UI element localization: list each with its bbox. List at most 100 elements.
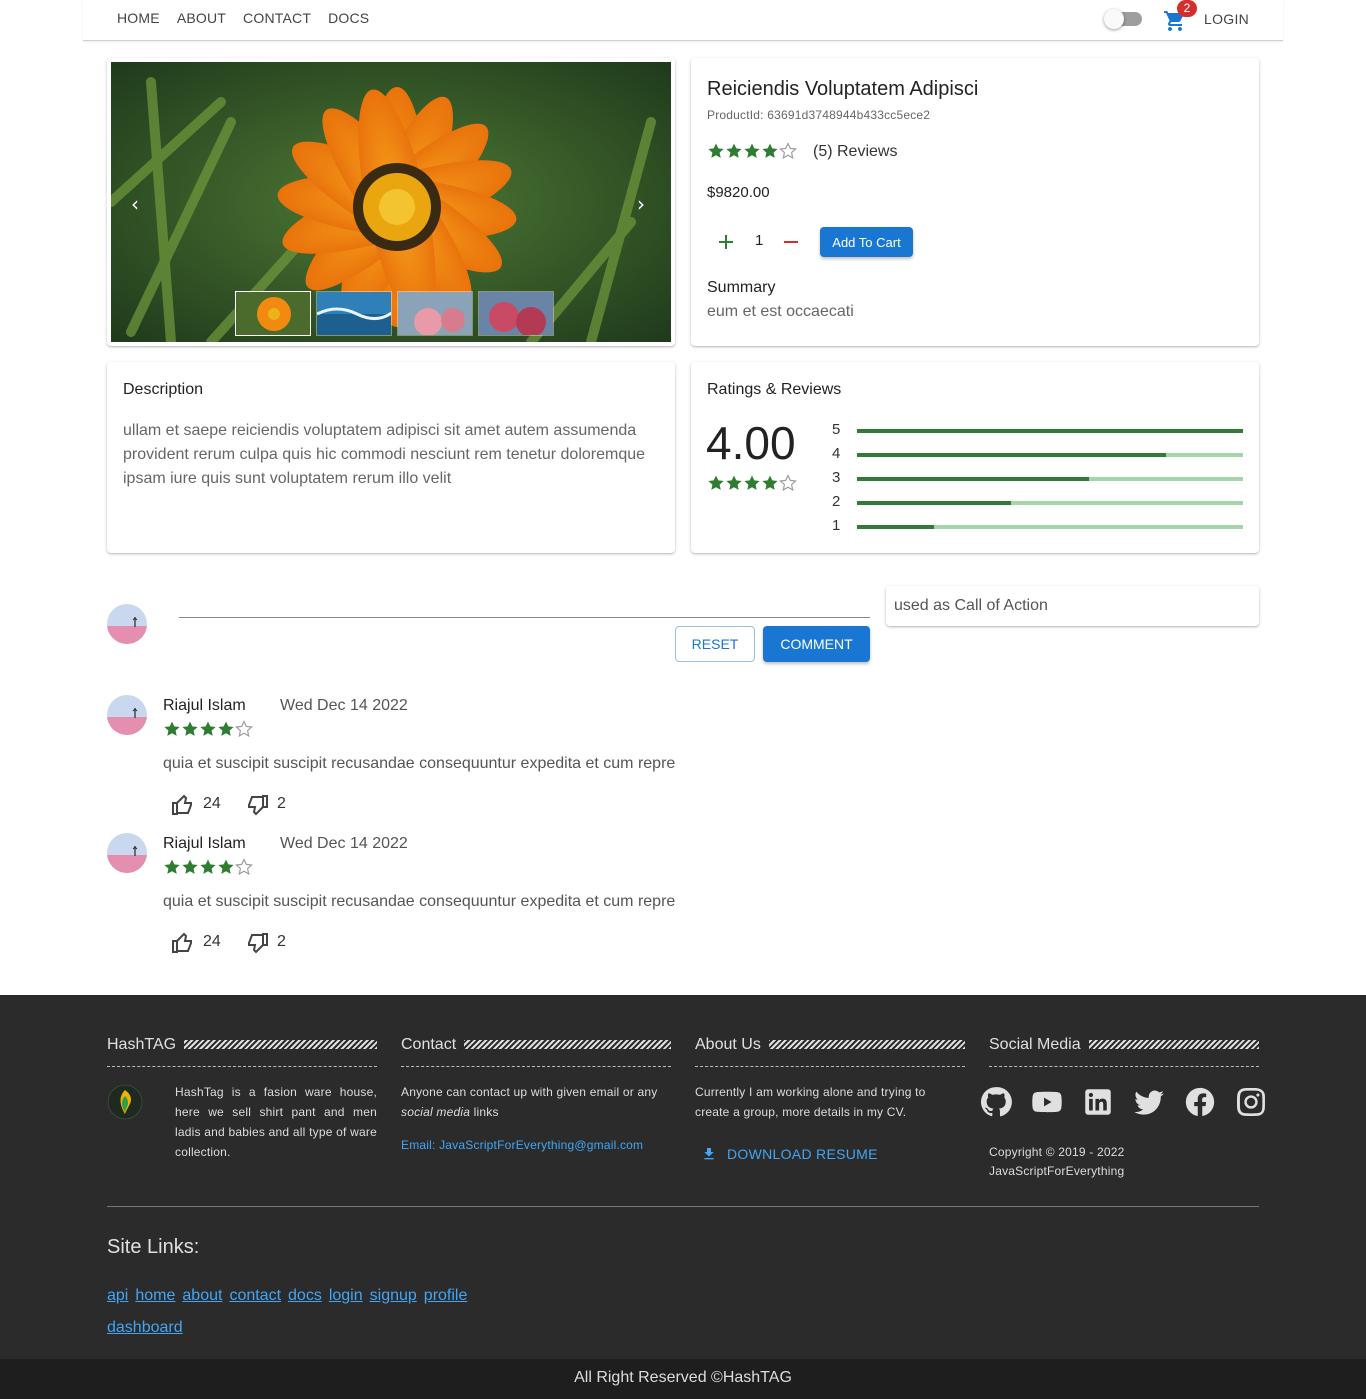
site-link-profile[interactable]: profile xyxy=(424,1280,468,1312)
site-link-about[interactable]: about xyxy=(182,1280,222,1312)
likes-count: 24 xyxy=(203,795,221,812)
site-link-docs[interactable]: docs xyxy=(288,1280,322,1312)
thumbnail-3[interactable] xyxy=(397,291,473,336)
nav-about-link[interactable]: ABOUT xyxy=(177,10,226,26)
download-resume-button[interactable]: DOWNLOAD RESUME xyxy=(701,1146,878,1162)
linkedin-icon[interactable] xyxy=(1081,1085,1115,1119)
site-link-api[interactable]: api xyxy=(107,1280,128,1312)
review-text: quia et suscipit suscipit recusandae con… xyxy=(163,893,676,910)
reset-button[interactable]: RESET xyxy=(675,626,755,662)
login-button[interactable]: LOGIN xyxy=(1204,11,1249,27)
thumb-down-icon[interactable] xyxy=(245,793,269,817)
product-main-image: ‹ › xyxy=(111,62,671,342)
product-id: ProductId: 63691d3748944b433cc5ece2 xyxy=(707,108,931,122)
star-filled-icon xyxy=(218,721,234,736)
star-filled-icon xyxy=(744,143,760,158)
rating-bar-fill xyxy=(857,429,1243,433)
minus-icon[interactable] xyxy=(782,233,800,251)
star-empty-icon xyxy=(235,858,253,876)
review-text: quia et suscipit suscipit recusandae con… xyxy=(163,755,676,772)
github-icon[interactable] xyxy=(979,1085,1013,1119)
plus-icon[interactable] xyxy=(717,233,735,251)
bottom-bar: All Right Reserved ©HashTAG xyxy=(0,1359,1366,1399)
star-filled-icon xyxy=(218,859,234,874)
star-filled-icon xyxy=(200,859,216,874)
nav-home-link[interactable]: HOME xyxy=(117,10,160,26)
nav-docs-link[interactable]: DOCS xyxy=(328,10,369,26)
site-links: api home about contact docs login signup… xyxy=(107,1280,507,1344)
review-item: Riajul Islam Wed Dec 14 2022 quia et sus… xyxy=(107,833,807,973)
youtube-icon[interactable] xyxy=(1030,1085,1064,1119)
thumb-down-icon[interactable] xyxy=(245,931,269,955)
rating-bar-label: 2 xyxy=(832,493,841,510)
theme-toggle[interactable] xyxy=(1104,9,1142,29)
product-rating-stars xyxy=(707,142,797,160)
rating-bar-track xyxy=(857,525,1243,529)
star-empty-icon xyxy=(235,720,253,738)
product-gallery: ‹ › xyxy=(107,58,675,346)
description-card: Description ullam et saepe reiciendis vo… xyxy=(107,362,675,553)
site-link-dashboard[interactable]: dashboard xyxy=(107,1312,183,1344)
comment-input[interactable] xyxy=(179,617,870,618)
star-filled-icon xyxy=(708,475,724,490)
thumb-up-icon[interactable] xyxy=(171,931,195,955)
site-link-signup[interactable]: signup xyxy=(370,1280,417,1312)
site-link-login[interactable]: login xyxy=(329,1280,363,1312)
star-filled-icon xyxy=(708,143,724,158)
average-rating-stars xyxy=(707,474,797,492)
rating-bar-track xyxy=(857,429,1243,433)
rating-bar-3: 3 xyxy=(832,469,1252,486)
star-filled-icon xyxy=(744,475,760,490)
dislikes-count: 2 xyxy=(277,795,286,812)
review-date: Wed Dec 14 2022 xyxy=(280,835,408,852)
review-stars xyxy=(163,858,253,876)
contact-text-start: Anyone can contact up with given email o… xyxy=(401,1085,658,1099)
divider xyxy=(107,1066,377,1067)
site-link-home[interactable]: home xyxy=(135,1280,175,1312)
site-links-title: Site Links: xyxy=(107,1236,200,1258)
rating-bar-fill xyxy=(857,501,1012,505)
hashtag-logo xyxy=(107,1084,143,1120)
reviewer-name: Riajul Islam xyxy=(163,697,246,714)
instagram-icon[interactable] xyxy=(1234,1085,1268,1119)
carousel-prev-icon[interactable]: ‹ xyxy=(131,192,139,216)
contact-email-link[interactable]: Email: JavaScriptForEverything@gmail.com xyxy=(401,1138,643,1152)
review-stars xyxy=(163,720,253,738)
review-date: Wed Dec 14 2022 xyxy=(280,697,408,714)
facebook-icon[interactable] xyxy=(1183,1085,1217,1119)
product-info-card: Reiciendis Voluptatem Adipisci ProductId… xyxy=(691,58,1259,346)
footer-about-text: Currently I am working alone and trying … xyxy=(695,1085,926,1119)
rating-bar-track xyxy=(857,453,1243,457)
thumbnail-2[interactable] xyxy=(316,291,392,336)
avatar xyxy=(107,695,147,735)
copyright-line-1: Copyright © 2019 - 2022 xyxy=(989,1145,1125,1159)
divider xyxy=(401,1066,671,1067)
add-to-cart-button[interactable]: Add To Cart xyxy=(820,227,913,257)
star-filled-icon xyxy=(762,143,778,158)
rating-bar-track xyxy=(857,477,1243,481)
summary-label: Summary xyxy=(707,279,776,296)
footer-social-title: Social Media xyxy=(989,1036,1089,1054)
ratings-card: Ratings & Reviews 4.00 5 4 3 2 1 xyxy=(691,362,1259,553)
thumb-up-icon[interactable] xyxy=(171,793,195,817)
rating-bar-2: 2 xyxy=(832,493,1252,510)
star-filled-icon xyxy=(200,721,216,736)
call-to-action-card: used as Call of Action xyxy=(886,586,1259,626)
download-resume-label: DOWNLOAD RESUME xyxy=(727,1146,878,1162)
site-link-contact[interactable]: contact xyxy=(229,1280,281,1312)
nav-contact-link[interactable]: CONTACT xyxy=(243,10,311,26)
summary-text: eum et est occaecati xyxy=(707,303,854,320)
copyright-text: Copyright © 2019 - 2022 JavaScriptForEver… xyxy=(989,1143,1125,1181)
copyright-line-2: JavaScriptForEverything xyxy=(989,1164,1125,1178)
review-item: Riajul Islam Wed Dec 14 2022 quia et sus… xyxy=(107,695,807,835)
carousel-next-icon[interactable]: › xyxy=(637,192,645,216)
twitter-icon[interactable] xyxy=(1132,1085,1166,1119)
product-price: $9820.00 xyxy=(707,184,770,201)
footer-about-title: About Us xyxy=(695,1036,769,1054)
footer-hashtag-text: HashTag is a fasion ware house, here we … xyxy=(175,1085,377,1159)
thumbnail-1[interactable] xyxy=(235,291,311,336)
rating-bar-label: 5 xyxy=(832,421,841,438)
quantity-value: 1 xyxy=(755,232,764,249)
thumbnail-4[interactable] xyxy=(478,291,554,336)
comment-button[interactable]: COMMENT xyxy=(763,626,870,662)
